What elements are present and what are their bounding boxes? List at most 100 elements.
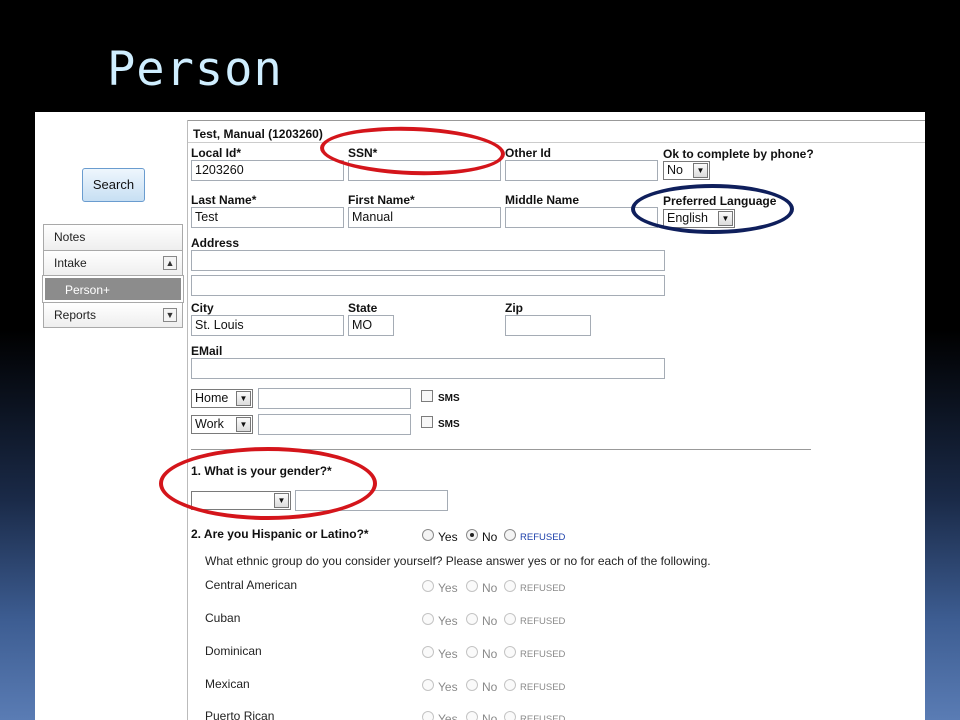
sidebar-item-label: Intake	[54, 256, 87, 270]
ethnic-yes-radio[interactable]	[422, 711, 434, 720]
other-id-field[interactable]	[505, 160, 658, 181]
ethnic-group-label: Puerto Rican	[205, 709, 275, 720]
last-name-field[interactable]: Test	[191, 207, 344, 228]
ssn-field[interactable]	[348, 160, 501, 181]
radio-label-yes: Yes	[438, 712, 458, 720]
phone-ok-value: No	[667, 163, 683, 177]
chevron-down-icon[interactable]: ▼	[163, 308, 177, 322]
dropdown-arrow-icon[interactable]: ▼	[693, 163, 708, 178]
email-label: EMail	[191, 344, 223, 358]
phone-type-select-home[interactable]: Home ▼	[191, 389, 253, 408]
phone-type-value: Work	[195, 417, 224, 431]
slide-title: Person	[107, 42, 283, 97]
sms-label: SMS	[438, 393, 460, 404]
phone-ok-label: Ok to complete by phone?	[663, 147, 814, 161]
other-id-label: Other Id	[505, 146, 552, 160]
gender-select[interactable]: ▼	[191, 491, 291, 510]
radio-label-refused: REFUSED	[520, 649, 566, 660]
phone-number-field-home[interactable]	[258, 388, 411, 409]
dropdown-arrow-icon[interactable]: ▼	[274, 493, 289, 508]
radio-label-no: No	[482, 581, 498, 595]
ethnic-refused-radio[interactable]	[504, 679, 516, 691]
sidebar-nav: Notes Intake ▲ Person+ Reports ▼	[42, 224, 184, 328]
ethnic-no-radio[interactable]	[466, 679, 478, 691]
radio-label-no: No	[482, 647, 498, 661]
ethnic-yes-radio[interactable]	[422, 580, 434, 592]
ethnic-group-label: Dominican	[205, 644, 262, 658]
preferred-language-label: Preferred Language	[663, 194, 777, 208]
last-name-label: Last Name*	[191, 193, 257, 207]
dropdown-arrow-icon[interactable]: ▼	[236, 417, 251, 432]
ethnic-no-radio[interactable]	[466, 613, 478, 625]
sms-checkbox-home[interactable]	[421, 390, 433, 402]
ethnic-group-label: Central American	[205, 578, 298, 592]
radio-label-yes: Yes	[438, 530, 458, 544]
form-border-top	[188, 120, 925, 121]
sidebar-item-label: Notes	[54, 230, 86, 244]
record-title: Test, Manual (1203260)	[193, 127, 323, 141]
radio-label-no: No	[482, 614, 498, 628]
phone-type-value: Home	[195, 391, 229, 405]
app-screen: Search Notes Intake ▲ Person+ Reports ▼ …	[35, 112, 925, 720]
radio-label-yes: Yes	[438, 581, 458, 595]
zip-field[interactable]	[505, 315, 591, 336]
middle-name-field[interactable]	[505, 207, 658, 228]
section-divider	[191, 449, 811, 450]
city-field[interactable]: St. Louis	[191, 315, 344, 336]
form-border-left	[187, 120, 188, 720]
ethnic-yes-radio[interactable]	[422, 679, 434, 691]
middle-name-label: Middle Name	[505, 193, 580, 207]
radio-label-no: No	[482, 712, 498, 720]
gender-question: 1. What is your gender?*	[191, 464, 332, 478]
local-id-field[interactable]: 1203260	[191, 160, 344, 181]
ethnic-refused-radio[interactable]	[504, 613, 516, 625]
sms-label: SMS	[438, 419, 460, 430]
ethnic-group-label: Mexican	[205, 677, 250, 691]
local-id-label: Local Id*	[191, 146, 242, 160]
state-label: State	[348, 301, 378, 315]
radio-label-refused: REFUSED	[520, 583, 566, 594]
radio-label-refused: REFUSED	[520, 682, 566, 693]
sidebar-item-notes[interactable]: Notes	[43, 224, 183, 250]
phone-type-select-work[interactable]: Work ▼	[191, 415, 253, 434]
preferred-language-select[interactable]: English ▼	[663, 209, 735, 228]
phone-ok-select[interactable]: No ▼	[663, 161, 710, 180]
ethnic-no-radio[interactable]	[466, 711, 478, 720]
sidebar-item-label: Reports	[54, 308, 97, 322]
radio-label-no: No	[482, 530, 498, 544]
radio-label-yes: Yes	[438, 614, 458, 628]
ethnic-yes-radio[interactable]	[422, 646, 434, 658]
first-name-field[interactable]: Manual	[348, 207, 501, 228]
sidebar-item-person[interactable]: Person+	[42, 275, 184, 303]
first-name-label: First Name*	[348, 193, 415, 207]
hispanic-no-radio[interactable]	[466, 529, 478, 541]
radio-label-no: No	[482, 680, 498, 694]
preferred-language-value: English	[667, 211, 708, 225]
email-field[interactable]	[191, 358, 665, 379]
city-label: City	[191, 301, 214, 315]
sms-checkbox-work[interactable]	[421, 416, 433, 428]
chevron-up-icon[interactable]: ▲	[163, 256, 177, 270]
ethnic-no-radio[interactable]	[466, 646, 478, 658]
sidebar-item-reports[interactable]: Reports ▼	[43, 302, 183, 328]
sidebar-item-intake[interactable]: Intake ▲	[43, 250, 183, 276]
address-line1-field[interactable]	[191, 250, 665, 271]
dropdown-arrow-icon[interactable]: ▼	[236, 391, 251, 406]
ethnic-refused-radio[interactable]	[504, 580, 516, 592]
search-button[interactable]: Search	[82, 168, 145, 202]
hispanic-yes-radio[interactable]	[422, 529, 434, 541]
ethnic-no-radio[interactable]	[466, 580, 478, 592]
hispanic-refused-radio[interactable]	[504, 529, 516, 541]
record-title-divider	[188, 142, 925, 143]
gender-other-field[interactable]	[295, 490, 448, 511]
ethnic-refused-radio[interactable]	[504, 711, 516, 720]
ethnic-refused-radio[interactable]	[504, 646, 516, 658]
sidebar-item-label: Person+	[65, 283, 111, 297]
hispanic-question: 2. Are you Hispanic or Latino?*	[191, 527, 369, 541]
phone-number-field-work[interactable]	[258, 414, 411, 435]
dropdown-arrow-icon[interactable]: ▼	[718, 211, 733, 226]
address-line2-field[interactable]	[191, 275, 665, 296]
state-field[interactable]: MO	[348, 315, 394, 336]
ethnic-yes-radio[interactable]	[422, 613, 434, 625]
address-label: Address	[191, 236, 240, 250]
